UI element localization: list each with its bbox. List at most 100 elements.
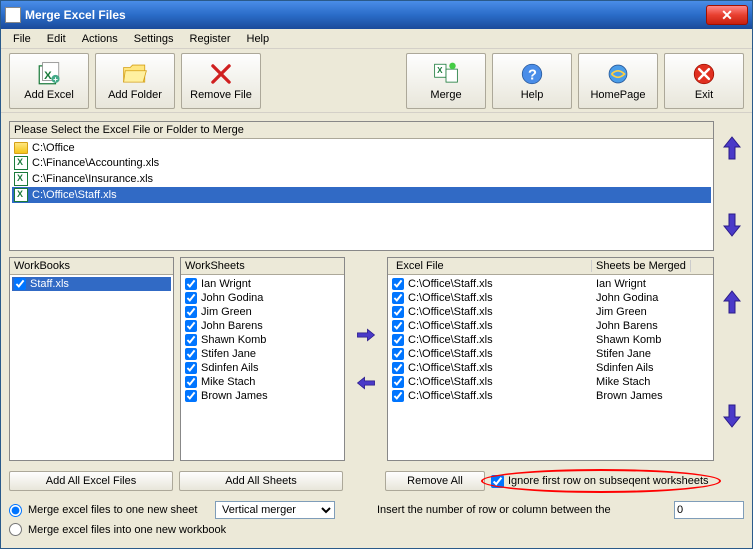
insert-label: Insert the number of row or column betwe… xyxy=(377,504,611,516)
close-button[interactable]: ✕ xyxy=(706,5,748,25)
svg-text:?: ? xyxy=(528,67,537,83)
file-row[interactable]: C:\Finance\Insurance.xls xyxy=(12,171,711,187)
insert-number-input[interactable] xyxy=(674,501,744,519)
merge-move-up-button[interactable] xyxy=(722,288,742,316)
remove-all-button[interactable]: Remove All xyxy=(385,471,485,491)
merge-file-header: Excel File xyxy=(392,260,592,272)
worksheet-item[interactable]: Jim Green xyxy=(183,305,342,319)
worksheet-checkbox[interactable] xyxy=(185,348,197,360)
merge-type-select[interactable]: Vertical merger xyxy=(215,501,335,519)
merge-one-sheet-radio[interactable] xyxy=(9,504,22,517)
merge-one-sheet-option[interactable]: Merge excel files to one new sheet xyxy=(9,504,209,517)
worksheet-item[interactable]: Mike Stach xyxy=(183,375,342,389)
ie-icon xyxy=(605,61,631,87)
add-all-excel-button[interactable]: Add All Excel Files xyxy=(9,471,173,491)
merge-list-row[interactable]: C:\Office\Staff.xlsJohn Barens xyxy=(390,319,711,333)
svg-text:+: + xyxy=(53,75,58,84)
worksheet-item[interactable]: Brown James xyxy=(183,389,342,403)
merge-excel-icon: X xyxy=(433,61,459,87)
exit-button[interactable]: Exit xyxy=(664,53,744,109)
add-sheet-button[interactable] xyxy=(356,321,376,349)
file-row[interactable]: C:\Office\Staff.xls xyxy=(12,187,711,203)
merge-move-down-button[interactable] xyxy=(722,402,742,430)
merge-one-workbook-option[interactable]: Merge excel files into one new workbook xyxy=(9,523,226,536)
homepage-button[interactable]: HomePage xyxy=(578,53,658,109)
merge-list-row[interactable]: C:\Office\Staff.xlsJim Green xyxy=(390,305,711,319)
merge-row-checkbox[interactable] xyxy=(392,320,404,332)
excel-file-icon xyxy=(14,156,28,170)
worksheet-item[interactable]: John Barens xyxy=(183,319,342,333)
ignore-first-row-checkbox[interactable] xyxy=(491,475,504,488)
worksheet-checkbox[interactable] xyxy=(185,390,197,402)
file-row[interactable]: C:\Finance\Accounting.xls xyxy=(12,155,711,171)
merge-list-row[interactable]: C:\Office\Staff.xlsMike Stach xyxy=(390,375,711,389)
add-all-sheets-button[interactable]: Add All Sheets xyxy=(179,471,343,491)
worksheet-checkbox[interactable] xyxy=(185,306,197,318)
add-folder-button[interactable]: Add Folder xyxy=(95,53,175,109)
workbooks-header: WorkBooks xyxy=(14,260,70,272)
svg-text:X: X xyxy=(44,69,52,81)
merge-row-checkbox[interactable] xyxy=(392,292,404,304)
merge-list-row[interactable]: C:\Office\Staff.xlsJohn Godina xyxy=(390,291,711,305)
menubar: File Edit Actions Settings Register Help xyxy=(1,29,752,49)
merge-sheets-header: Sheets be Merged xyxy=(592,260,691,272)
folder-icon xyxy=(14,142,28,154)
merge-list-row[interactable]: C:\Office\Staff.xlsSdinfen Ails xyxy=(390,361,711,375)
move-up-button[interactable] xyxy=(722,134,742,162)
merge-row-checkbox[interactable] xyxy=(392,362,404,374)
worksheet-item[interactable]: Sdinfen Ails xyxy=(183,361,342,375)
help-button[interactable]: ? Help xyxy=(492,53,572,109)
ignore-first-row-label[interactable]: Ignore first row on subseqent worksheets xyxy=(491,475,709,488)
workbook-checkbox[interactable] xyxy=(14,278,26,290)
merge-row-checkbox[interactable] xyxy=(392,390,404,402)
menu-edit[interactable]: Edit xyxy=(39,31,74,47)
worksheet-item[interactable]: Shawn Komb xyxy=(183,333,342,347)
menu-settings[interactable]: Settings xyxy=(126,31,182,47)
excel-add-icon: X+ xyxy=(36,61,62,87)
menu-file[interactable]: File xyxy=(5,31,39,47)
worksheet-checkbox[interactable] xyxy=(185,320,197,332)
merge-list-row[interactable]: C:\Office\Staff.xlsShawn Komb xyxy=(390,333,711,347)
merge-row-checkbox[interactable] xyxy=(392,376,404,388)
app-window: Merge Excel Files ✕ File Edit Actions Se… xyxy=(0,0,753,549)
move-down-button[interactable] xyxy=(722,211,742,239)
add-excel-button[interactable]: X+ Add Excel xyxy=(9,53,89,109)
remove-sheet-button[interactable] xyxy=(356,369,376,397)
merge-list[interactable]: C:\Office\Staff.xlsIan WrigntC:\Office\S… xyxy=(388,275,713,460)
worksheet-checkbox[interactable] xyxy=(185,334,197,346)
remove-file-button[interactable]: Remove File xyxy=(181,53,261,109)
titlebar: Merge Excel Files ✕ xyxy=(1,1,752,29)
menu-help[interactable]: Help xyxy=(239,31,278,47)
worksheet-checkbox[interactable] xyxy=(185,362,197,374)
merge-one-workbook-radio[interactable] xyxy=(9,523,22,536)
content-area: Please Select the Excel File or Folder t… xyxy=(1,113,752,548)
merge-row-checkbox[interactable] xyxy=(392,348,404,360)
workbooks-list[interactable]: Staff.xls xyxy=(10,275,173,460)
worksheets-list[interactable]: Ian WrigntJohn GodinaJim GreenJohn Baren… xyxy=(181,275,344,460)
files-panel-header: Please Select the Excel File or Folder t… xyxy=(14,124,244,136)
merge-list-row[interactable]: C:\Office\Staff.xlsIan Wrignt xyxy=(390,277,711,291)
excel-file-icon xyxy=(14,172,28,186)
worksheet-checkbox[interactable] xyxy=(185,376,197,388)
exit-icon xyxy=(691,61,717,87)
file-row[interactable]: C:\Office xyxy=(12,141,711,155)
merge-row-checkbox[interactable] xyxy=(392,334,404,346)
worksheet-checkbox[interactable] xyxy=(185,292,197,304)
merge-row-checkbox[interactable] xyxy=(392,278,404,290)
help-icon: ? xyxy=(519,61,545,87)
merge-row-checkbox[interactable] xyxy=(392,306,404,318)
worksheet-checkbox[interactable] xyxy=(185,278,197,290)
window-title: Merge Excel Files xyxy=(25,8,706,22)
files-list[interactable]: C:\OfficeC:\Finance\Accounting.xlsC:\Fin… xyxy=(10,139,713,250)
excel-file-icon xyxy=(14,188,28,202)
menu-register[interactable]: Register xyxy=(182,31,239,47)
merge-button[interactable]: X Merge xyxy=(406,53,486,109)
worksheet-item[interactable]: Stifen Jane xyxy=(183,347,342,361)
merge-list-row[interactable]: C:\Office\Staff.xlsStifen Jane xyxy=(390,347,711,361)
workbook-item[interactable]: Staff.xls xyxy=(12,277,171,291)
worksheet-item[interactable]: John Godina xyxy=(183,291,342,305)
worksheet-item[interactable]: Ian Wrignt xyxy=(183,277,342,291)
svg-text:X: X xyxy=(437,66,443,75)
merge-list-row[interactable]: C:\Office\Staff.xlsBrown James xyxy=(390,389,711,403)
menu-actions[interactable]: Actions xyxy=(74,31,126,47)
